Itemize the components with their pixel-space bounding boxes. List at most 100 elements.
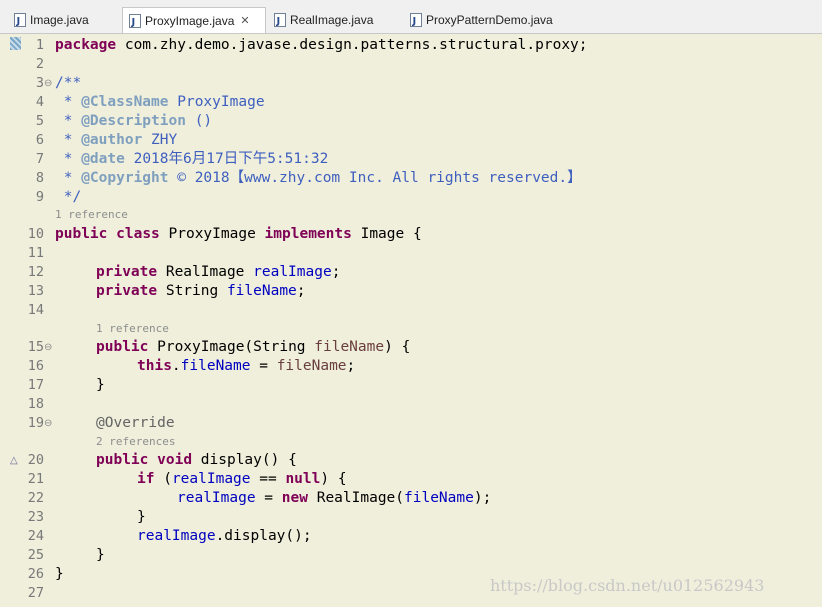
code-text: @Override [96, 415, 175, 431]
code-line: 14 [0, 301, 822, 320]
code-editor[interactable]: 1 package com.zhy.demo.javase.design.pat… [0, 34, 822, 607]
line-number: 10 [27, 226, 44, 242]
tab-label: ProxyImage.java [145, 13, 235, 28]
code-line: 25 } [0, 546, 822, 565]
code-line: 4 * @ClassName ProxyImage [0, 93, 822, 112]
code-line: 17 } [0, 376, 822, 395]
code-text: * @ClassName ProxyImage [55, 94, 265, 110]
code-text: private String fileName; [96, 283, 306, 299]
fold-toggle-icon[interactable]: ⊖ [44, 414, 52, 433]
code-line: 7 * @date 2018年6月17日下午5:51:32 [0, 150, 822, 169]
svg-text:J: J [276, 16, 281, 27]
svg-text:J: J [16, 16, 21, 27]
line-number: 24 [27, 528, 44, 544]
code-line: 5 * @Description () [0, 112, 822, 131]
code-line: 23 } [0, 508, 822, 527]
java-file-icon: J [410, 13, 422, 27]
code-text: } [96, 377, 105, 393]
code-line: 16 this.fileName = fileName; [0, 357, 822, 376]
code-line: 10 public class ProxyImage implements Im… [0, 225, 822, 244]
tab-label: RealImage.java [290, 13, 374, 27]
code-text: package com.zhy.demo.javase.design.patte… [55, 37, 588, 53]
line-number: 25 [27, 547, 44, 563]
code-text: realImage = new RealImage(fileName); [177, 490, 492, 506]
code-line: 24 realImage.display(); [0, 527, 822, 546]
code-text: } [55, 566, 64, 582]
watermark: https://blog.csdn.net/u012562943 [490, 576, 765, 595]
code-text: this.fileName = fileName; [137, 358, 356, 374]
line-number: 7 [35, 151, 44, 167]
code-lens-references[interactable]: 1 reference [96, 321, 169, 337]
code-text: * @author ZHY [55, 132, 178, 148]
close-icon[interactable]: ✕ [240, 14, 249, 27]
code-lens-references[interactable]: 1 reference [55, 207, 128, 223]
line-number: 21 [27, 471, 44, 487]
code-line: 21 if (realImage == null) { [0, 470, 822, 489]
line-number: 12 [27, 264, 44, 280]
tab-proxyimage-java[interactable]: J ProxyImage.java ✕ [122, 7, 266, 33]
code-text: } [137, 509, 146, 525]
code-line: △ 20 public void display() { [0, 451, 822, 470]
line-number: 6 [35, 132, 44, 148]
svg-text:J: J [412, 16, 417, 27]
code-text: * @Description () [55, 113, 213, 129]
line-number: 17 [27, 377, 44, 393]
code-text: public void display() { [96, 452, 297, 468]
line-number: 18 [27, 396, 44, 412]
java-file-icon: J [14, 13, 26, 27]
code-text: private RealImage realImage; [96, 264, 341, 280]
line-number: 23 [27, 509, 44, 525]
code-text: public class ProxyImage implements Image… [55, 226, 422, 242]
code-line: 18 [0, 395, 822, 414]
line-number: 5 [35, 113, 44, 129]
fold-toggle-icon[interactable]: ⊖ [44, 338, 52, 357]
code-text: * @Copyright © 2018【www.zhy.com Inc. All… [55, 170, 582, 186]
code-line: 9 */ [0, 188, 822, 207]
code-line: 11 [0, 244, 822, 263]
code-text: /** [55, 75, 82, 91]
code-text: if (realImage == null) { [137, 471, 347, 487]
editor-tab-bar: J Image.java J ProxyImage.java ✕ J RealI… [0, 6, 822, 34]
code-line: 6 * @author ZHY [0, 131, 822, 150]
line-number: 20 [27, 452, 44, 468]
line-number: 4 [35, 94, 44, 110]
tab-proxypatterndemo-java[interactable]: J ProxyPatternDemo.java [404, 8, 574, 32]
java-file-icon: J [274, 13, 286, 27]
code-line: 13 private String fileName; [0, 282, 822, 301]
java-file-icon: J [129, 13, 141, 28]
tab-label: Image.java [30, 13, 89, 27]
tab-realimage-java[interactable]: J RealImage.java [268, 8, 398, 32]
code-line: 2 [0, 55, 822, 74]
code-text: */ [55, 189, 82, 205]
code-line: 12 private RealImage realImage; [0, 263, 822, 282]
line-number: 8 [35, 170, 44, 186]
line-number: 11 [27, 245, 44, 261]
line-number: 19 [27, 415, 44, 431]
fold-toggle-icon[interactable]: ⊖ [44, 74, 52, 93]
code-line: 19 ⊖ @Override [0, 414, 822, 433]
line-number: 2 [35, 56, 44, 72]
line-number: 13 [27, 283, 44, 299]
line-number: 1 [35, 37, 44, 53]
line-number: 15 [27, 339, 44, 355]
line-number: 22 [27, 490, 44, 506]
code-line: 22 realImage = new RealImage(fileName); [0, 489, 822, 508]
line-number: 16 [27, 358, 44, 374]
code-line: 1 package com.zhy.demo.javase.design.pat… [0, 36, 822, 55]
code-lens-references[interactable]: 2 references [96, 434, 175, 450]
line-number: 3 [35, 75, 44, 91]
line-number: 14 [27, 302, 44, 318]
tab-image-java[interactable]: J Image.java [8, 8, 120, 32]
code-text: * @date 2018年6月17日下午5:51:32 [55, 151, 329, 167]
code-text: realImage.display(); [137, 528, 312, 544]
code-line: 15 ⊖ public ProxyImage(String fileName) … [0, 338, 822, 357]
code-line: 8 * @Copyright © 2018【www.zhy.com Inc. A… [0, 169, 822, 188]
line-number: 26 [27, 566, 44, 582]
code-text: } [96, 547, 105, 563]
code-line: 3 ⊖ /** [0, 74, 822, 93]
line-number: 9 [35, 189, 44, 205]
line-number: 27 [27, 585, 44, 601]
tab-label: ProxyPatternDemo.java [426, 13, 553, 27]
code-text: public ProxyImage(String fileName) { [96, 339, 411, 355]
svg-text:J: J [131, 17, 136, 28]
